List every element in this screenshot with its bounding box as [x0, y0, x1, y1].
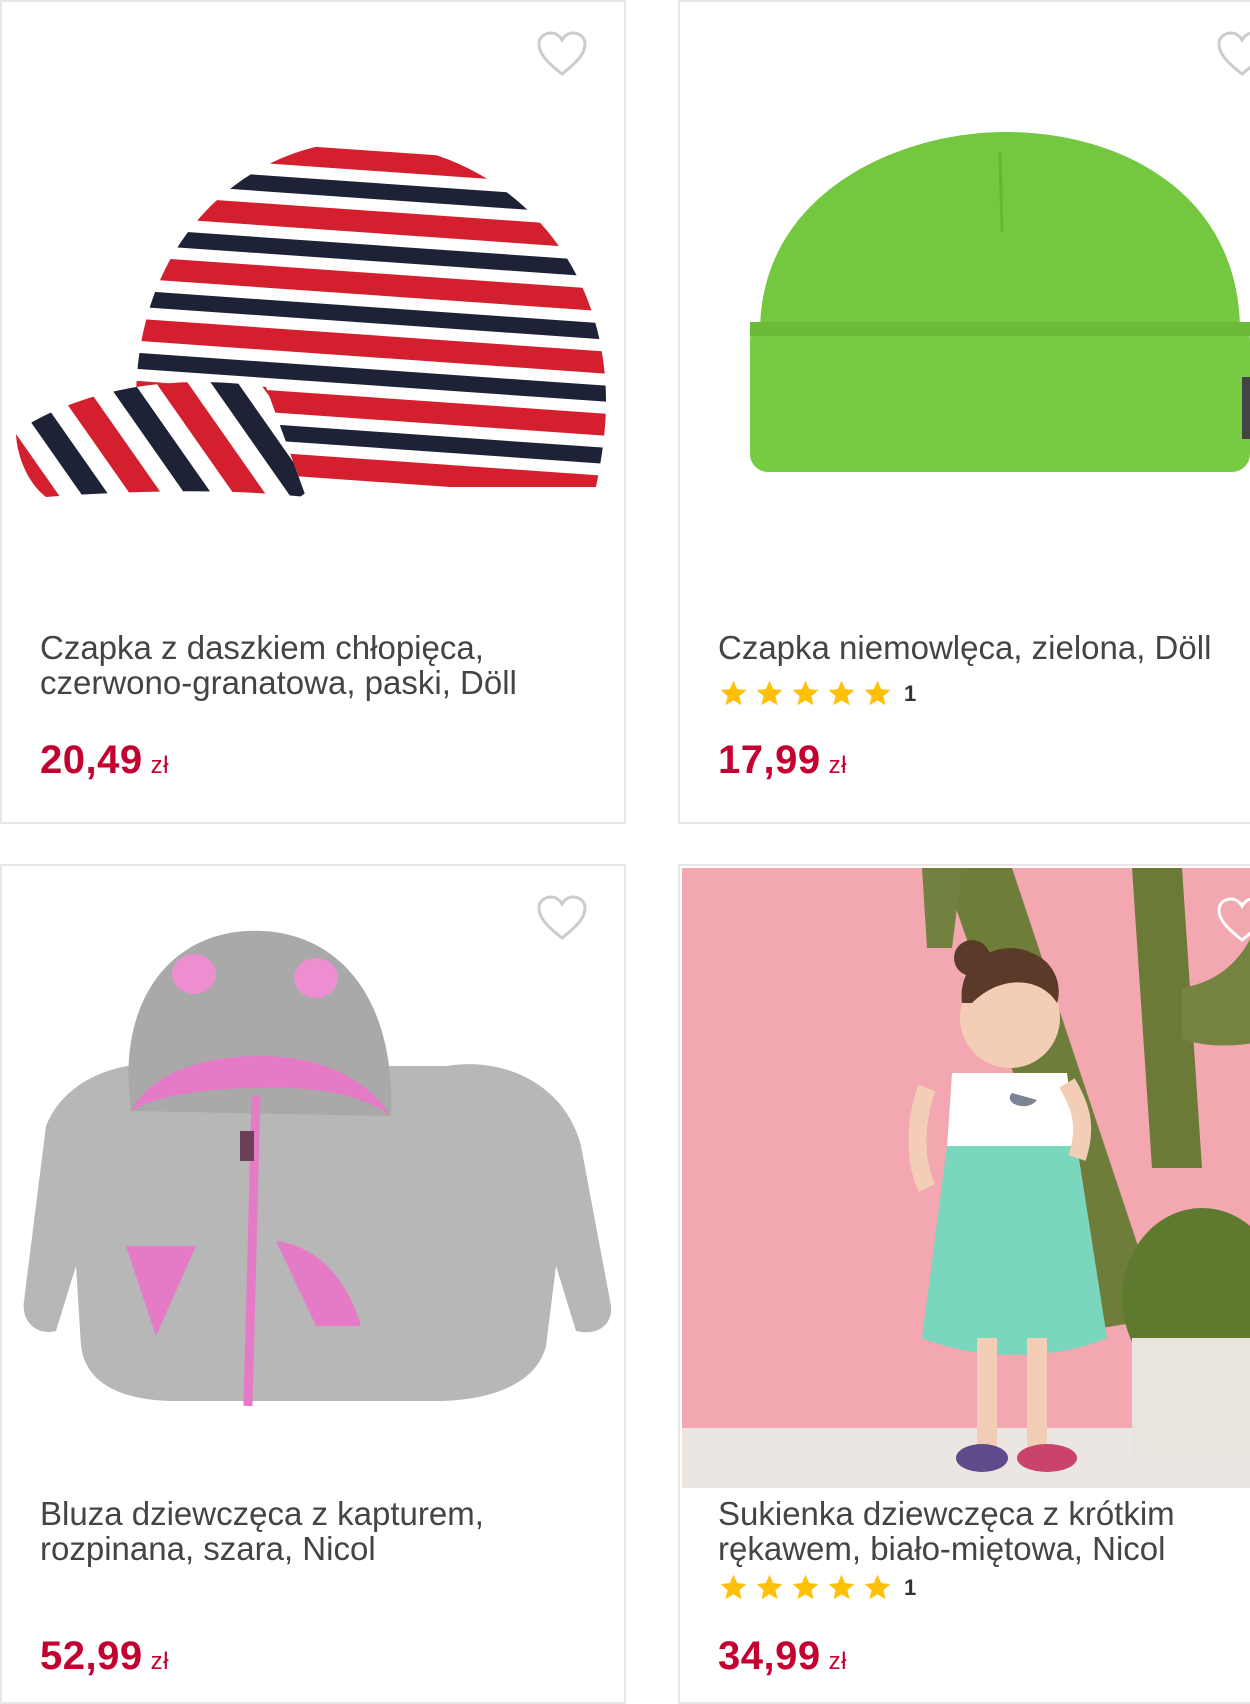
product-title-line: rękawem, biało-miętowa, Nicol: [718, 1530, 1166, 1567]
price-currency: zł: [150, 752, 169, 779]
product-image-girl-dress-photo[interactable]: [682, 868, 1250, 1488]
product-title[interactable]: Sukienka dziewczęca z krótkim rękawem, b…: [718, 1496, 1250, 1566]
product-card[interactable]: Czapka niemowlęca, zielona, Döll 1 17,99…: [678, 0, 1250, 824]
rating-count: 1: [904, 1574, 917, 1600]
product-rating: 1: [718, 1572, 916, 1603]
price-value: 52,99: [40, 1634, 143, 1678]
star-icon: [756, 1574, 783, 1600]
price-currency: zł: [828, 752, 847, 779]
star-icon: [864, 1574, 891, 1600]
star-icon: [864, 680, 891, 706]
product-price: 20,49 zł: [40, 738, 169, 783]
star-icon: [828, 1574, 855, 1600]
price-currency: zł: [150, 1648, 169, 1675]
product-price: 34,99 zł: [718, 1634, 847, 1679]
product-title-line: Czapka z daszkiem chłopięca,: [40, 629, 484, 666]
heart-outline-icon[interactable]: [1216, 30, 1250, 78]
product-image-green-beanie[interactable]: [750, 122, 1250, 482]
product-title-line: czerwono-granatowa, paski, Döll: [40, 664, 517, 701]
heart-outline-icon[interactable]: [536, 30, 588, 78]
rating-count: 1: [904, 680, 917, 706]
star-icon: [792, 680, 819, 706]
product-image-grey-hoodie[interactable]: [16, 916, 616, 1436]
price-value: 20,49: [40, 738, 143, 782]
product-title[interactable]: Bluza dziewczęca z kapturem, rozpinana, …: [40, 1496, 600, 1566]
product-card[interactable]: Sukienka dziewczęca z krótkim rękawem, b…: [678, 864, 1250, 1704]
product-rating: 1: [718, 678, 916, 709]
price-currency: zł: [828, 1648, 847, 1675]
star-icon: [720, 1574, 747, 1600]
product-title[interactable]: Czapka z daszkiem chłopięca, czerwono-gr…: [40, 630, 600, 700]
star-icon: [756, 680, 783, 706]
heart-outline-icon[interactable]: [1216, 896, 1250, 944]
product-title-line: Sukienka dziewczęca z krótkim: [718, 1495, 1175, 1532]
price-value: 17,99: [718, 738, 821, 782]
product-title-line: Bluza dziewczęca z kapturem,: [40, 1495, 484, 1532]
product-title-line: Czapka niemowlęca, zielona, Döll: [718, 629, 1212, 666]
product-price: 17,99 zł: [718, 738, 847, 783]
product-title-line: rozpinana, szara, Nicol: [40, 1530, 376, 1567]
product-card[interactable]: Bluza dziewczęca z kapturem, rozpinana, …: [0, 864, 626, 1704]
product-card[interactable]: Czapka z daszkiem chłopięca, czerwono-gr…: [0, 0, 626, 824]
price-value: 34,99: [718, 1634, 821, 1678]
product-title[interactable]: Czapka niemowlęca, zielona, Döll: [718, 630, 1250, 665]
star-icon: [792, 1574, 819, 1600]
product-image-striped-cap[interactable]: [16, 102, 616, 502]
heart-outline-icon[interactable]: [536, 894, 588, 942]
star-icon: [720, 680, 747, 706]
product-price: 52,99 zł: [40, 1634, 169, 1679]
star-icon: [828, 680, 855, 706]
